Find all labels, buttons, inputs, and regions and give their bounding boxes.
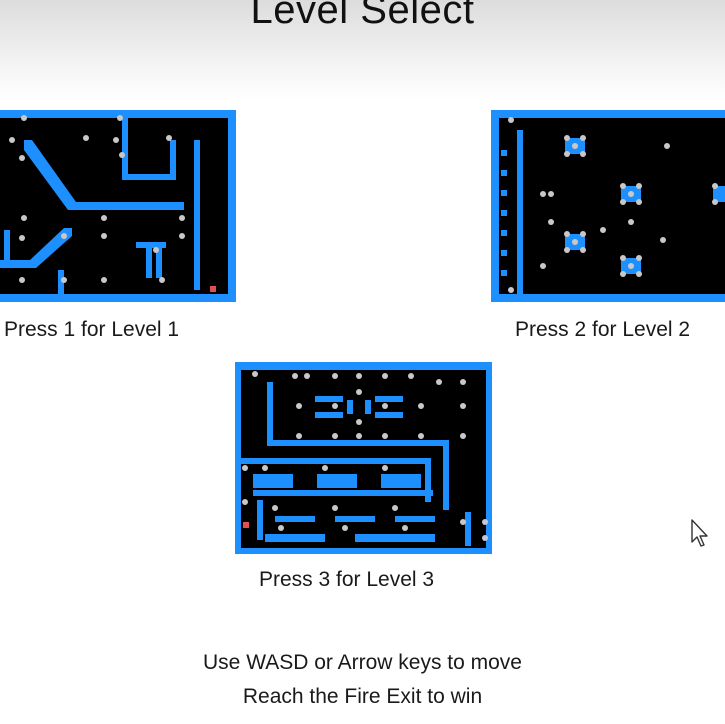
level-3-fire-exit	[243, 522, 249, 528]
level-2-card[interactable]	[491, 110, 725, 302]
level-3-card[interactable]	[235, 362, 492, 554]
move-instruction: Use WASD or Arrow keys to move	[203, 651, 522, 674]
level-2-caption: Press 2 for Level 2	[515, 318, 691, 341]
mouse-pointer-icon	[690, 518, 712, 553]
level-1-fire-exit	[210, 286, 216, 292]
level-2-preview	[491, 110, 725, 302]
level-3-preview	[235, 362, 492, 554]
level-3-caption: Press 3 for Level 3	[259, 568, 435, 591]
level-1-preview	[0, 110, 236, 302]
page-title: Level Select	[250, 0, 475, 32]
goal-instruction: Reach the Fire Exit to win	[242, 685, 483, 708]
instructions: Use WASD or Arrow keys to move Reach the…	[0, 646, 725, 714]
level-1-caption: Press 1 for Level 1	[4, 318, 180, 341]
level-1-card[interactable]	[0, 110, 236, 302]
